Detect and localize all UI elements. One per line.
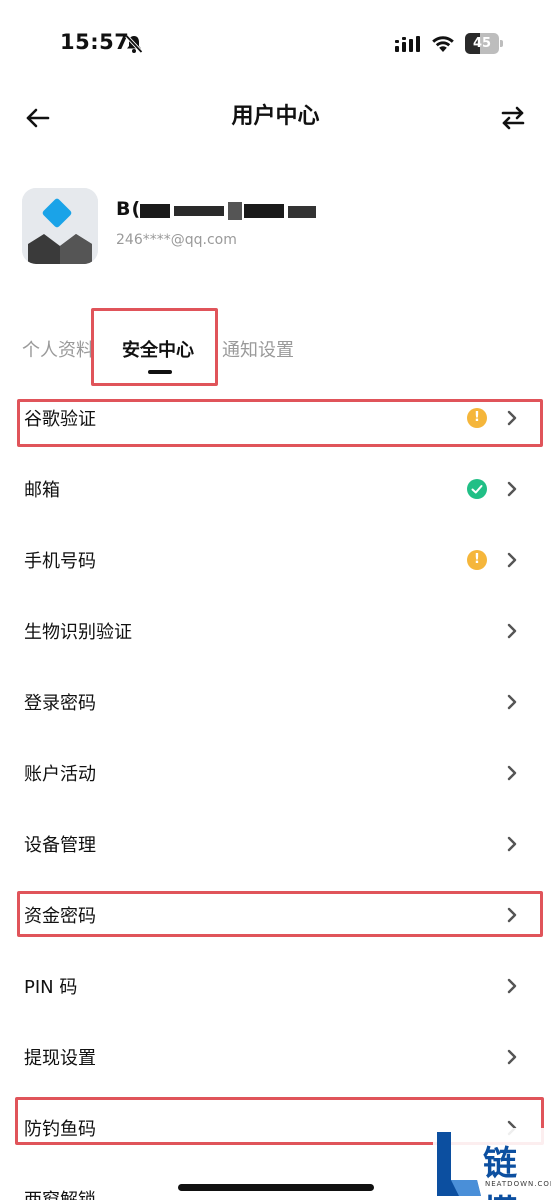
warning-icon: ! [467, 550, 487, 570]
menu-item-phone-number[interactable]: 手机号码 ! [0, 525, 551, 596]
active-tab-indicator [148, 370, 172, 374]
menu-item-label: 生物识别验证 [24, 622, 132, 643]
chevron-right-icon [507, 623, 517, 639]
wifi-icon [432, 36, 454, 52]
menu-item-label: 手机号码 [24, 551, 96, 572]
menu-item-label: 提现设置 [24, 1048, 96, 1069]
app-logo-icon [22, 188, 98, 264]
menu-item-pin-code[interactable]: PIN 码 [0, 951, 551, 1022]
switch-arrows-icon[interactable] [499, 104, 527, 132]
tab-bar: 个人资料 安全中心 通知设置 [0, 328, 551, 388]
chevron-right-icon [507, 978, 517, 994]
avatar[interactable] [22, 188, 98, 264]
chevron-right-icon [507, 1049, 517, 1065]
menu-item-label: 谷歌验证 [24, 409, 96, 430]
menu-item-label: 登录密码 [24, 693, 96, 714]
battery-percent: 45 [472, 36, 492, 51]
chevron-right-icon [507, 907, 517, 923]
status-bar: 15:57 45 [0, 0, 551, 90]
menu-item-login-password[interactable]: 登录密码 [0, 667, 551, 738]
user-email: 246****@qq.com [116, 232, 237, 248]
menu-item-label: 资金密码 [24, 906, 96, 927]
home-indicator[interactable] [178, 1184, 374, 1191]
menu-item-label: 设备管理 [24, 835, 96, 856]
menu-item-account-activity[interactable]: 账户活动 [0, 738, 551, 809]
security-menu-list: 谷歌验证 ! 邮箱 手机号码 ! 生物识别验证 登录密码 账户活动 设备管理 资… [0, 383, 551, 1200]
verified-check-icon [467, 479, 487, 499]
menu-item-biometric[interactable]: 生物识别验证 [0, 596, 551, 667]
chevron-right-icon [507, 410, 517, 426]
chevron-right-icon [507, 765, 517, 781]
watermark-text: 链懂 [483, 1144, 519, 1200]
status-time: 15:57 [60, 30, 130, 54]
menu-item-device-management[interactable]: 设备管理 [0, 809, 551, 880]
chevron-right-icon [507, 694, 517, 710]
cellular-signal-icon [395, 36, 420, 52]
menu-item-label: 邮箱 [24, 480, 60, 501]
battery-cap [500, 40, 503, 47]
watermark-subtext: NEATDOWN.COM [485, 1180, 551, 1188]
chevron-right-icon [507, 552, 517, 568]
watermark-logo-icon [437, 1132, 481, 1196]
page-title: 用户中心 [231, 104, 320, 129]
tab-notification-settings[interactable]: 通知设置 [222, 336, 294, 362]
tab-personal-info[interactable]: 个人资料 [22, 336, 94, 362]
tab-security-center[interactable]: 安全中心 [122, 336, 194, 362]
menu-item-label: PIN 码 [24, 977, 78, 998]
chevron-right-icon [507, 481, 517, 497]
bell-muted-icon [125, 34, 143, 54]
user-name: B( [116, 198, 142, 220]
watermark: 链懂 NEATDOWN.COM [433, 1128, 551, 1200]
menu-item-fund-password[interactable]: 资金密码 [0, 880, 551, 951]
menu-item-google-auth[interactable]: 谷歌验证 ! [0, 383, 551, 454]
menu-item-label: 防钓鱼码 [24, 1119, 96, 1140]
menu-item-withdraw-settings[interactable]: 提现设置 [0, 1022, 551, 1093]
menu-item-email[interactable]: 邮箱 [0, 454, 551, 525]
name-redaction-mask [140, 202, 316, 220]
menu-item-label: 账户活动 [24, 764, 96, 785]
menu-item-label: 两窗解锁 [24, 1186, 96, 1200]
battery-indicator: 45 [465, 33, 503, 54]
chevron-right-icon [507, 836, 517, 852]
warning-icon: ! [467, 408, 487, 428]
battery-body: 45 [465, 33, 499, 54]
